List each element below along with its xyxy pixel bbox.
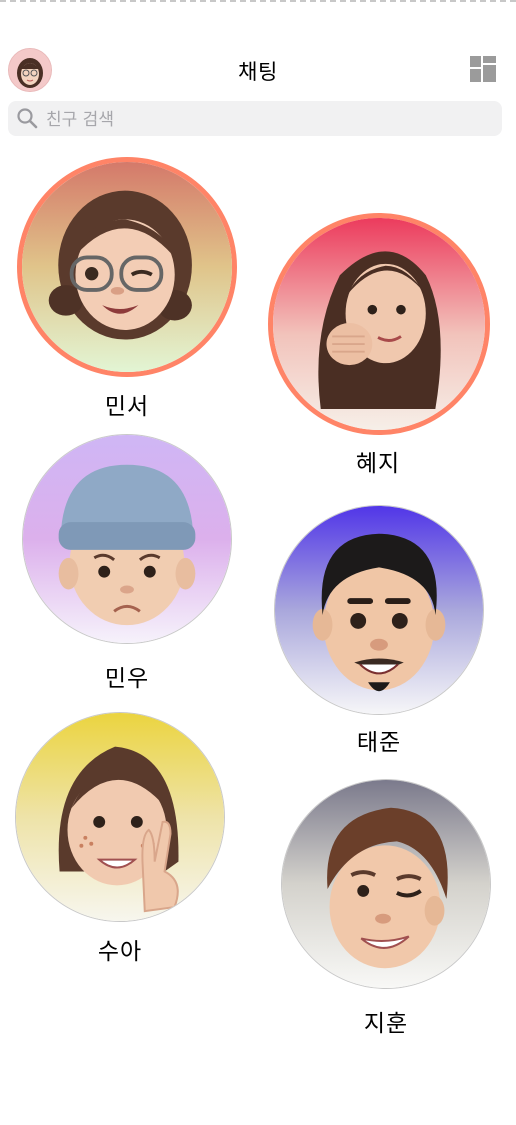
search-input[interactable] (44, 101, 488, 138)
friend-item-minwoo[interactable]: 민우 (22, 434, 242, 694)
memoji-glasses-icon (22, 162, 232, 372)
friend-name: 민우 (104, 666, 150, 692)
friend-avatar[interactable] (281, 779, 491, 989)
friend-item-jihoon[interactable]: 지훈 (281, 779, 501, 1037)
top-dashed-border (0, 0, 516, 2)
page-title: 채팅 (238, 60, 278, 84)
friend-name: 민서 (104, 394, 150, 420)
memoji-wink-icon (282, 780, 490, 988)
friend-item-hyeji[interactable]: 혜지 (268, 213, 490, 477)
header: 채팅 (0, 44, 516, 92)
friend-item-sua[interactable]: 수아 (15, 712, 235, 965)
friend-avatar[interactable] (268, 213, 490, 435)
friend-avatar[interactable] (17, 157, 237, 377)
friend-avatar[interactable] (274, 505, 484, 715)
search-icon (17, 108, 38, 129)
friend-avatar[interactable] (22, 434, 232, 644)
memoji-beard-icon (275, 506, 483, 714)
grid-layout-icon[interactable] (470, 56, 496, 82)
friend-name: 지훈 (363, 1011, 409, 1037)
friend-item-minseo[interactable]: 민서 (17, 157, 237, 420)
memoji-peace-sign-icon (16, 713, 224, 921)
memoji-fist-icon (273, 218, 485, 430)
search-bar[interactable] (8, 101, 502, 138)
friend-avatar[interactable] (15, 712, 225, 922)
friend-item-taejun[interactable]: 태준 (274, 505, 494, 756)
friend-name: 태준 (356, 730, 402, 756)
memoji-beanie-icon (23, 435, 231, 643)
friend-name: 수아 (97, 939, 143, 965)
friend-name: 혜지 (355, 451, 401, 477)
